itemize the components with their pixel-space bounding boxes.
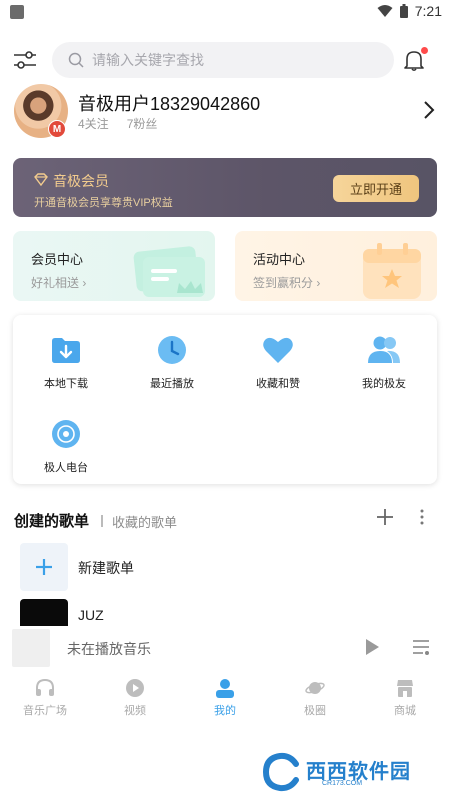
activity-center-subtitle: 签到赢积分 › — [253, 276, 321, 290]
diamond-icon — [34, 173, 48, 186]
grid-label: 我的极友 — [362, 378, 406, 390]
playlist-section-header: 创建的歌单 收藏的歌单 — [0, 506, 450, 534]
headphones-icon — [36, 678, 54, 696]
notification-square-icon — [10, 5, 24, 19]
grid-item-my-friends[interactable]: 我的极友 — [331, 321, 437, 391]
vip-title: 音极会员 — [53, 173, 109, 189]
filter-settings-icon[interactable] — [12, 48, 38, 72]
grid-item-radio[interactable]: 极人电台 — [13, 405, 119, 475]
grid-label: 最近播放 — [150, 378, 194, 390]
search-icon — [68, 52, 84, 68]
heart-icon — [263, 337, 293, 363]
tab-divider — [101, 515, 103, 527]
plus-icon — [36, 559, 52, 575]
playlist-row[interactable]: JUZ — [0, 599, 450, 626]
top-bar — [0, 38, 450, 82]
nav-video[interactable]: 视频 — [90, 676, 180, 724]
status-time: 7:21 — [414, 3, 442, 19]
nav-label: 我的 — [214, 705, 236, 717]
following-count[interactable]: 4关注 — [78, 115, 109, 132]
member-center-subtitle: 好礼相送 › — [31, 276, 87, 290]
member-center-title: 会员中心 — [31, 252, 84, 267]
followers-count[interactable]: 7粉丝 — [127, 115, 158, 132]
follow-stats: 4关注 7粉丝 — [78, 115, 157, 132]
membership-card-icon — [133, 246, 205, 297]
nav-mine[interactable]: 我的 — [180, 676, 270, 724]
grid-label: 本地下载 — [44, 378, 88, 390]
nav-label: 视频 — [124, 705, 146, 717]
nav-music-square[interactable]: 音乐广场 — [0, 676, 90, 724]
friends-icon — [368, 336, 400, 363]
grid-label: 收藏和赞 — [256, 378, 300, 390]
nav-shop[interactable]: 商城 — [360, 676, 450, 724]
quick-actions-card: 本地下载 最近播放 收藏和赞 我的极友 极人电台 — [13, 315, 437, 484]
shop-icon — [397, 680, 413, 697]
radio-disc-icon — [52, 420, 80, 448]
tab-collected-playlists[interactable]: 收藏的歌单 — [112, 512, 177, 531]
search-bar[interactable] — [52, 42, 394, 78]
activity-center-card[interactable]: 活动中心 签到赢积分 › — [235, 231, 437, 301]
watermark-logo: 西西软件园 CR173.COM — [262, 752, 432, 792]
grid-item-recent-play[interactable]: 最近播放 — [119, 321, 225, 391]
playlist-name: JUZ — [78, 607, 104, 623]
new-playlist-row[interactable]: 新建歌单 — [0, 543, 450, 593]
vip-subtitle: 开通音极会员享尊贵VIP权益 — [34, 197, 173, 209]
nav-label: 极圈 — [304, 705, 326, 717]
now-playing-text: 未在播放音乐 — [67, 641, 151, 657]
bottom-nav: 音乐广场 视频 我的 极圈 商城 — [0, 676, 450, 724]
album-cover — [20, 599, 68, 626]
notification-button[interactable] — [402, 47, 428, 72]
chevron-right-icon[interactable] — [422, 100, 436, 120]
battery-icon — [399, 4, 408, 18]
clock-icon — [158, 336, 186, 364]
play-icon[interactable] — [364, 638, 380, 656]
nav-label: 音乐广场 — [23, 705, 67, 717]
planet-icon — [305, 682, 325, 694]
new-playlist-thumb — [20, 543, 68, 591]
tab-created-playlists[interactable]: 创建的歌单 — [14, 510, 89, 531]
user-icon — [216, 679, 234, 698]
wifi-icon — [377, 5, 393, 17]
status-bar: 7:21 — [0, 0, 450, 24]
grid-label: 极人电台 — [44, 462, 88, 474]
username: 音极用户18329042860 — [78, 94, 261, 114]
watermark-c-icon — [262, 752, 299, 792]
vip-card[interactable]: 音极会员 开通音极会员享尊贵VIP权益 立即开通 — [13, 158, 437, 217]
grid-item-local-download[interactable]: 本地下载 — [13, 321, 119, 391]
grid-item-favorites[interactable]: 收藏和赞 — [225, 321, 331, 391]
activity-center-title: 活动中心 — [253, 252, 306, 267]
download-folder-icon — [52, 338, 80, 363]
playlist-name: 新建歌单 — [78, 560, 134, 576]
watermark-sub: CR173.COM — [322, 780, 363, 787]
vip-open-button[interactable]: 立即开通 — [333, 175, 419, 202]
notification-dot — [421, 47, 428, 54]
mini-player[interactable]: 未在播放音乐 — [0, 626, 450, 667]
member-center-card[interactable]: 会员中心 好礼相送 › — [13, 231, 215, 301]
playlist-queue-icon[interactable] — [412, 638, 430, 656]
calendar-star-icon — [363, 243, 421, 299]
video-play-icon — [126, 679, 144, 697]
profile-header[interactable]: M 音极用户18329042860 4关注 7粉丝 — [0, 84, 450, 144]
nav-label: 商城 — [394, 705, 416, 717]
mini-player-cover — [12, 629, 50, 667]
nav-circle[interactable]: 极圈 — [270, 676, 360, 724]
avatar-badge: M — [48, 120, 66, 138]
status-icons: 7:21 — [377, 3, 442, 19]
more-vertical-icon[interactable] — [418, 508, 426, 526]
search-input[interactable] — [92, 52, 352, 68]
add-icon[interactable] — [376, 508, 394, 526]
